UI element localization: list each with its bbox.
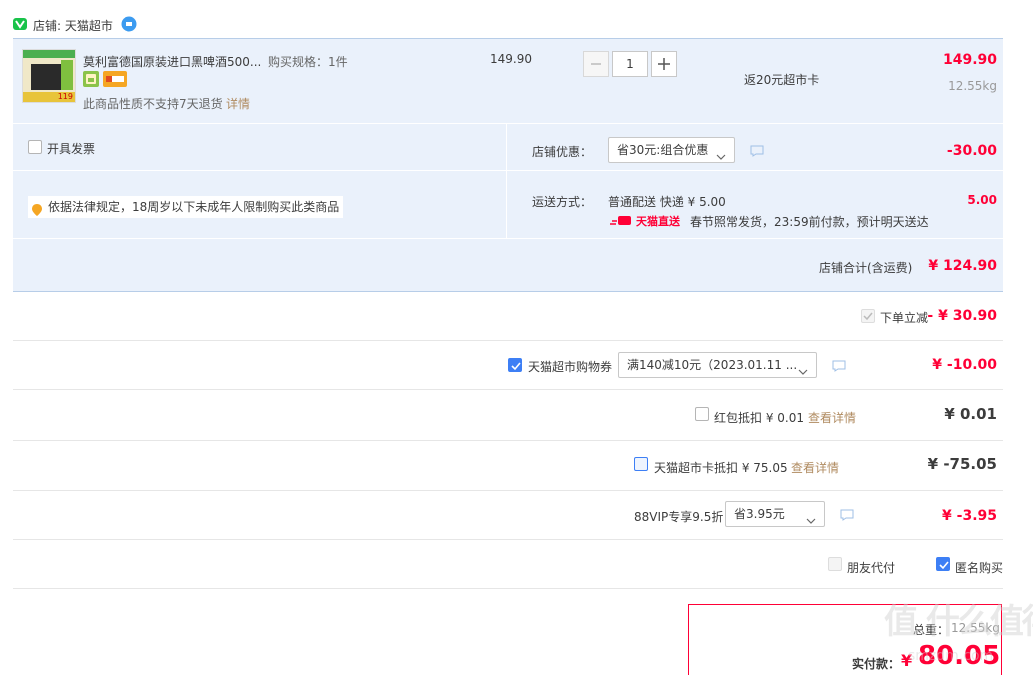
redpacket-details-link[interactable]: 查看详情	[808, 409, 856, 426]
tmall-direct-icon	[610, 214, 632, 226]
coupon-select[interactable]: 满140减10元（2023.01.11 ...	[618, 352, 817, 378]
instant-discount-amount: - ¥ 30.90	[927, 308, 997, 324]
friend-pay-label: 朋友代付	[847, 561, 896, 575]
quantity-value: 1	[626, 57, 634, 71]
vip-select[interactable]: 省3.95元	[725, 501, 825, 527]
supermarket-card-details-link[interactable]: 查看详情	[791, 459, 839, 476]
shop-discount-amount: -30.00	[946, 143, 997, 159]
coupon-value: 满140减10元（2023.01.11 ...	[627, 358, 798, 372]
quantity-decrease-button[interactable]	[583, 51, 609, 77]
redpacket-amount: ¥ 0.01	[944, 405, 997, 423]
message-icon[interactable]	[840, 509, 854, 521]
shop-name[interactable]: 店铺: 天猫超市	[33, 17, 113, 34]
divider	[13, 440, 1003, 441]
shop-discount-select[interactable]: 省30元:组合优惠	[608, 137, 735, 163]
shipping-label: 运送方式：	[532, 195, 593, 209]
age-notice: 依据法律规定，18周岁以下未成年人限制购买此类商品	[28, 196, 344, 218]
friend-pay-checkbox[interactable]	[828, 557, 842, 571]
invoice-checkbox[interactable]	[28, 140, 42, 154]
tmall-direct-badge: 天猫直送	[636, 215, 680, 228]
message-icon[interactable]	[750, 145, 764, 157]
quantity-increase-button[interactable]	[651, 51, 677, 77]
location-pin-icon	[32, 201, 42, 216]
return-details-link[interactable]: 详情	[226, 95, 250, 112]
chevron-down-icon	[798, 361, 808, 375]
instant-discount-checkbox	[861, 309, 875, 323]
divider	[13, 588, 1003, 589]
shop-total-label: 店铺合计(含运费)	[819, 261, 913, 275]
watermark-url: smzdm.com	[908, 648, 994, 664]
shop-total-amount: ¥ 124.90	[928, 258, 997, 274]
supermarket-card-amount: ¥ -75.05	[927, 455, 997, 473]
vip-amount: ¥ -3.95	[942, 508, 997, 524]
watermark-text: 值 什么值得买	[884, 602, 1033, 642]
anonymous-checkbox[interactable]	[936, 557, 950, 571]
watermark: 值 什么值得买 smzdm.com	[884, 594, 1033, 674]
message-icon[interactable]	[832, 360, 846, 372]
instant-discount-label: 下单立减	[880, 311, 929, 325]
invoice-label: 开具发票	[47, 142, 96, 156]
chevron-down-icon	[716, 146, 726, 160]
coupon-amount: ¥ -10.00	[932, 357, 997, 373]
anonymous-label: 匿名购买	[955, 561, 1004, 575]
unit-price: 149.90	[490, 52, 532, 66]
shop-discount-value: 省30元:组合优惠	[617, 143, 709, 157]
shipping-method: 普通配送 快递 ¥ 5.00	[608, 195, 726, 209]
redpacket-label: 红包抵扣 ¥ 0.01	[714, 411, 804, 425]
shop-discount-label: 店铺优惠：	[532, 145, 593, 159]
divider	[13, 539, 1003, 540]
age-notice-text: 依据法律规定，18周岁以下未成年人限制购买此类商品	[48, 200, 340, 214]
supermarket-card-label: 天猫超市卡抵扣 ¥ 75.05	[654, 461, 788, 475]
thumb-price: 119	[57, 92, 73, 101]
vip-label: 88VIP专享9.5折	[634, 510, 724, 524]
coupon-checkbox[interactable]	[508, 358, 522, 372]
product-title[interactable]: 莫利富德国原装进口黑啤酒500...	[83, 53, 261, 70]
divider	[13, 490, 1003, 491]
divider	[13, 340, 1003, 341]
redpacket-checkbox[interactable]	[695, 407, 709, 421]
item-weight: 12.55kg	[948, 79, 997, 93]
product-thumbnail[interactable]: 119	[22, 49, 76, 103]
divider	[13, 389, 1003, 390]
item-subtotal: 149.90	[942, 52, 997, 68]
chat-icon[interactable]	[121, 16, 137, 32]
shipping-amount: 5.00	[967, 193, 997, 207]
shipping-eta: 春节照常发货，23:59前付款，预计明天送达	[690, 215, 929, 229]
chevron-down-icon	[806, 510, 816, 524]
product-spec: 购买规格：1件	[268, 55, 348, 69]
service-badge-icon	[83, 71, 99, 87]
coupon-label: 天猫超市购物券	[528, 360, 613, 374]
supermarket-card-checkbox[interactable]	[634, 457, 648, 471]
card-badge-icon	[103, 71, 127, 87]
tmall-logo-icon	[13, 18, 27, 30]
return-note: 此商品性质不支持7天退货	[83, 97, 223, 111]
rebate-text: 返20元超市卡	[744, 73, 820, 87]
quantity-input[interactable]: 1	[612, 51, 648, 77]
vip-value: 省3.95元	[734, 507, 785, 521]
